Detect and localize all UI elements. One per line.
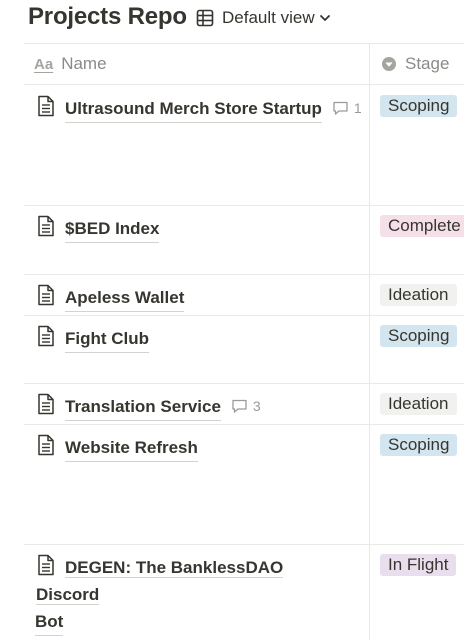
- page-title-link[interactable]: Website Refresh: [65, 434, 198, 462]
- stage-tag[interactable]: Ideation: [380, 284, 457, 306]
- table-row[interactable]: Fight Club Scoping: [0, 315, 464, 383]
- select-property-icon: [382, 57, 396, 71]
- page-icon: [38, 393, 54, 415]
- name-cell: Website Refresh: [36, 434, 362, 462]
- database-header: Projects Repo Default view: [0, 0, 464, 40]
- column-header-label: Name: [61, 54, 107, 73]
- text-property-icon: Aa: [34, 55, 54, 73]
- stage-tag[interactable]: Complete: [380, 215, 464, 237]
- page-title-link[interactable]: Apeless Wallet: [65, 284, 185, 312]
- name-cell: $BED Index: [36, 215, 362, 243]
- comment-icon: [232, 399, 247, 413]
- stage-tag[interactable]: Scoping: [380, 95, 458, 117]
- name-cell: Apeless Wallet: [36, 284, 362, 312]
- table-row[interactable]: Translation Service 3 Ideation: [0, 383, 464, 424]
- page-title-link[interactable]: Ultrasound Merch Store Startup: [65, 95, 322, 123]
- name-cell: Ultrasound Merch Store Startup 1: [36, 95, 362, 123]
- comments-indicator[interactable]: 1: [332, 100, 362, 116]
- view-label: Default view: [222, 8, 315, 27]
- table-row[interactable]: Website Refresh Scoping: [0, 424, 464, 544]
- name-cell: Fight Club: [36, 325, 362, 353]
- comments-indicator[interactable]: 3: [231, 398, 261, 414]
- database-title[interactable]: Projects Repo: [28, 3, 187, 31]
- chevron-down-icon: [319, 15, 330, 21]
- page-title-link[interactable]: $BED Index: [65, 215, 160, 243]
- page-title-link[interactable]: Translation Service: [65, 393, 221, 421]
- page-icon: [38, 95, 54, 117]
- stage-tag[interactable]: Scoping: [380, 325, 458, 347]
- comment-icon: [333, 101, 348, 115]
- column-header-label: Stage: [405, 54, 450, 73]
- column-header-name[interactable]: Aa Name: [34, 43, 107, 85]
- stage-tag[interactable]: Ideation: [380, 393, 457, 415]
- comment-count: 3: [252, 398, 261, 414]
- name-cell: Translation Service 3: [36, 393, 362, 421]
- table-row[interactable]: Apeless Wallet Ideation: [0, 274, 464, 315]
- page-icon: [38, 284, 54, 306]
- page-title-link[interactable]: DEGEN: The BanklessDAO Discord Bot: [35, 554, 346, 636]
- stage-tag[interactable]: In Flight: [380, 554, 457, 576]
- table-row[interactable]: Ultrasound Merch Store Startup 1 Scoping: [0, 85, 464, 205]
- page-icon: [38, 215, 54, 237]
- table-row[interactable]: $BED Index Complete: [0, 205, 464, 275]
- page-title-link[interactable]: Fight Club: [65, 325, 150, 353]
- view-switcher-button[interactable]: Default view: [196, 6, 331, 30]
- page-title-line[interactable]: DEGEN: The BanklessDAO Discord: [36, 558, 284, 605]
- page-title-line[interactable]: Bot: [35, 608, 64, 636]
- stage-tag[interactable]: Scoping: [380, 434, 458, 456]
- table-icon: [196, 9, 214, 27]
- page-icon: [38, 434, 54, 456]
- database-table: Aa Name Stage Ultrasound Merch Store Sta…: [0, 43, 464, 640]
- comment-count: 1: [353, 100, 362, 116]
- table-row[interactable]: DEGEN: The BanklessDAO Discord Bot In Fl…: [0, 544, 464, 640]
- column-header-stage[interactable]: Stage: [381, 43, 449, 85]
- page-icon: [38, 325, 54, 347]
